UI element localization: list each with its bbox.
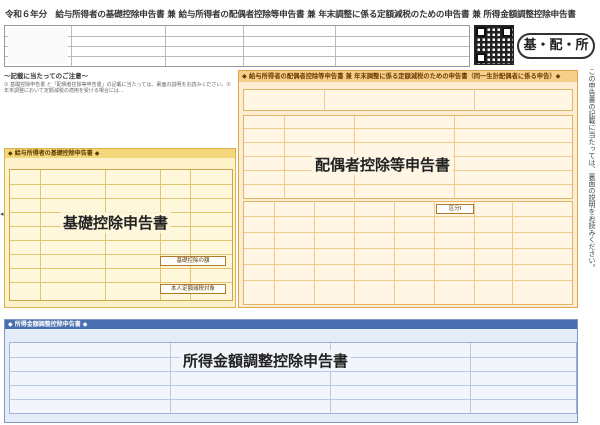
- notes-heading: ～記載に当たってのご注意～: [4, 72, 89, 80]
- spouse-calc-table: 区分Ⅰ: [243, 201, 573, 305]
- income-panel-bar: ◆ 所得金額調整控除申告書 ◆: [5, 320, 577, 329]
- left-arrow-icon: ◂: [0, 210, 4, 218]
- basic-amount-button[interactable]: 基礎控除の額: [160, 256, 226, 266]
- qr-code: [474, 25, 514, 65]
- spouse-calc-button[interactable]: 区分Ⅰ: [436, 204, 474, 214]
- side-instruction: この申告書の記載に当たっては、裏面の説明をお読みください。: [588, 68, 596, 271]
- spouse-deduction-label: 配偶者控除等申告書: [312, 154, 454, 175]
- header-fields: [4, 25, 470, 67]
- form-type-badge: 基・配・所: [517, 33, 595, 59]
- basic-income-table: 基礎控除の額 本人定額減税対象: [9, 169, 233, 301]
- form-title: 令和６年分 給与所得者の基礎控除申告書 兼 給与所得者の配偶者控除等申告書 兼 …: [5, 10, 576, 20]
- income-adjustment-panel: ◆ 所得金額調整控除申告書 ◆: [4, 319, 578, 423]
- spouse-panel-bar: ◆ 給与所得者の配偶者控除等申告書 兼 年末調整に係る定額減税のための申告書（同…: [239, 71, 577, 82]
- self-reduction-button[interactable]: 本人定額減税対象: [160, 284, 226, 294]
- basic-deduction-label: 基礎控除申告書: [60, 212, 172, 233]
- income-adjustment-label: 所得金額調整控除申告書: [180, 350, 352, 371]
- basic-panel-bar: ◆ 給与所得者の基礎控除申告書 ◆: [5, 149, 235, 158]
- spouse-deduction-panel: ◆ 給与所得者の配偶者控除等申告書 兼 年末調整に係る定額減税のための申告書（同…: [238, 70, 578, 308]
- notes-text: ① 基礎控除申告書 と「配偶者控除等申告書」の記載に当たっては、裏面の説明をお読…: [4, 82, 231, 95]
- notes-section: ～記載に当たってのご注意～ ① 基礎控除申告書 と「配偶者控除等申告書」の記載に…: [4, 70, 232, 150]
- spouse-name-row: [243, 89, 573, 111]
